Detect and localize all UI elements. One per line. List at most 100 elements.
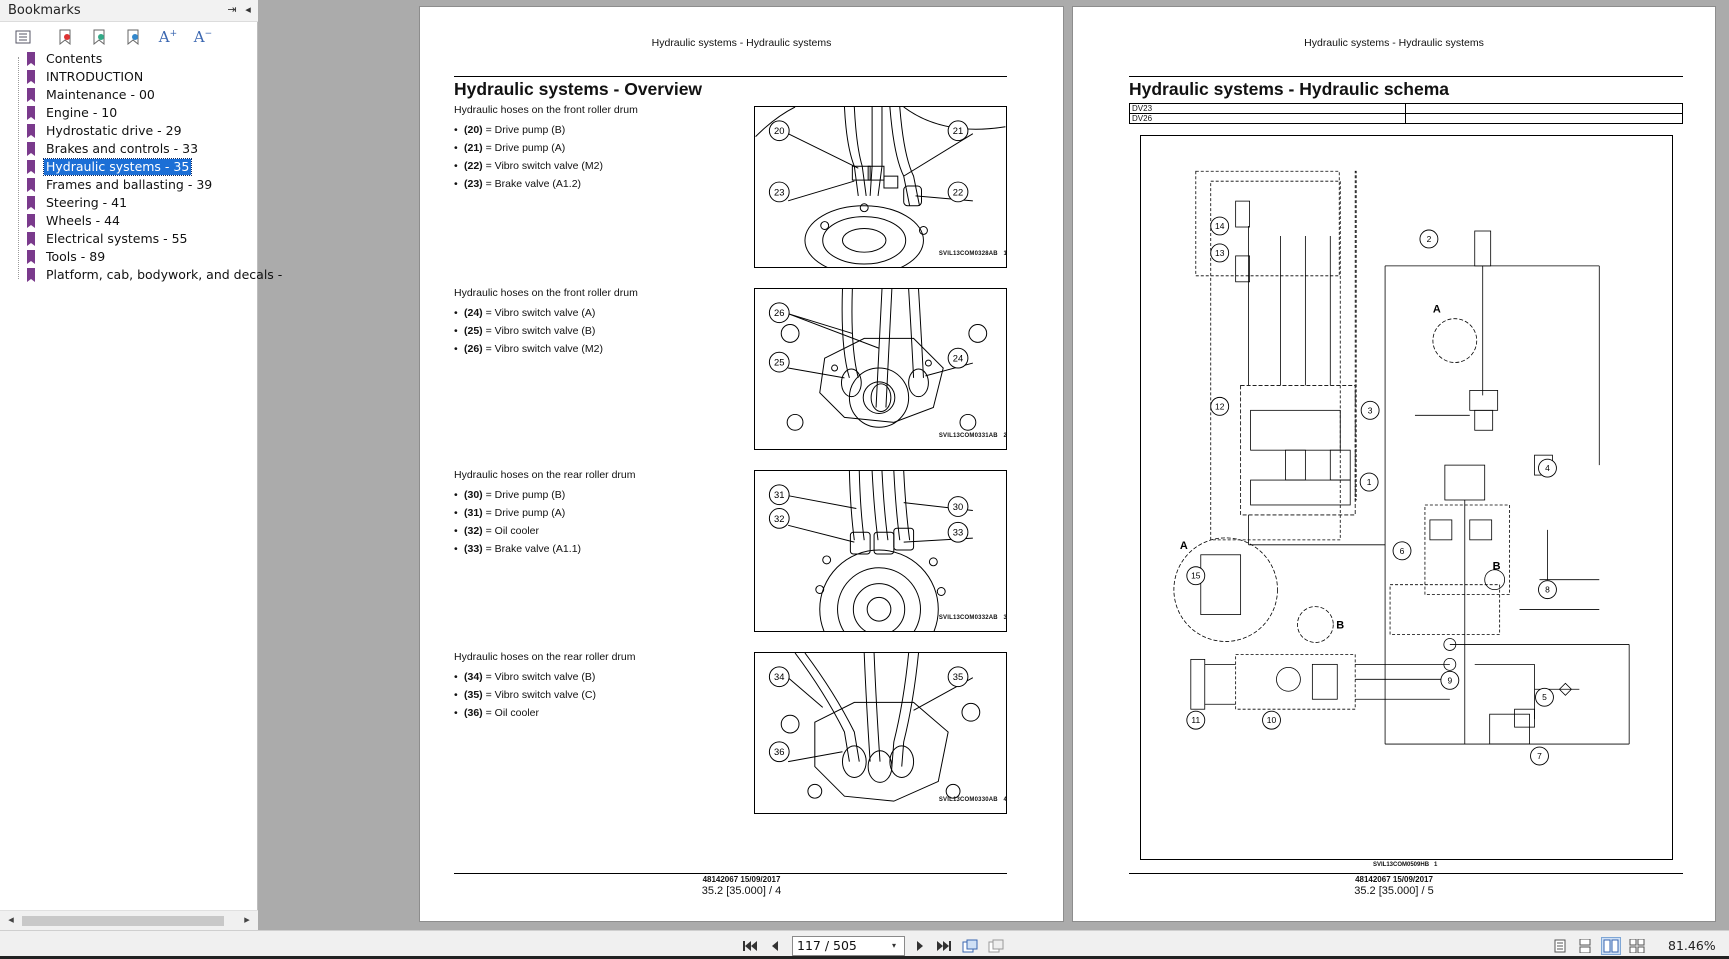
schema-callout: 4 [1538, 458, 1557, 478]
collapse-panel-icon[interactable]: ⇥ [224, 2, 240, 19]
expand-bookmark-icon[interactable] [54, 27, 76, 47]
footer-rule [454, 873, 1007, 874]
bookmark-label: Engine - 10 [46, 105, 118, 120]
page-number-input[interactable]: 117 / 505 ▾ [792, 936, 905, 956]
page-number: 35.2 [35.000] / 5 [1354, 885, 1434, 897]
decrease-text-size-icon[interactable]: A− [192, 27, 214, 47]
callout-bubble: 21 [947, 120, 969, 142]
schema-callout: 14 [1210, 216, 1230, 236]
horizontal-scrollbar[interactable]: ◂ ▸ [0, 910, 258, 930]
scroll-left-icon[interactable]: ◂ [4, 912, 18, 928]
callout-list: (24) = Vibro switch valve (A) (25) = Vib… [454, 304, 744, 358]
bookmark-label: Tools - 89 [46, 249, 106, 264]
bookmark-item[interactable]: Engine - 10 [26, 104, 119, 122]
bookmark-icon [27, 70, 35, 84]
callout-bubble: 31 [768, 484, 790, 506]
callout-bubble: 35 [947, 666, 969, 688]
bookmark-item[interactable]: Brakes and controls - 33 [26, 140, 200, 158]
callout-bubble: 22 [947, 181, 969, 203]
schema-callout: 13 [1210, 243, 1230, 263]
list-item: (31) = Drive pump (A) [454, 504, 744, 522]
continuous-facing-view-icon[interactable] [1627, 937, 1647, 955]
figure-caption: SVIL13COM0509HB 1 [1373, 862, 1438, 868]
bookmark-item[interactable]: Hydraulic systems - 35 [26, 158, 193, 176]
bookmark-item[interactable]: Tools - 89 [26, 248, 107, 266]
increase-text-size-icon[interactable]: A+ [157, 27, 179, 47]
add-bookmark-icon[interactable] [88, 27, 110, 47]
last-page-icon[interactable] [935, 937, 953, 955]
svg-text:A: A [1433, 304, 1441, 316]
figure-caption: SVIL13COM0328AB 1 [938, 251, 1007, 257]
delete-bookmark-icon[interactable] [122, 27, 144, 47]
svg-text:22: 22 [953, 187, 963, 197]
svg-text:35: 35 [953, 672, 963, 682]
svg-text:33: 33 [953, 528, 963, 538]
section-intro: Hydraulic hoses on the rear roller drum [454, 469, 636, 481]
bookmark-item[interactable]: Maintenance - 00 [26, 86, 157, 104]
bookmark-options-icon[interactable] [12, 27, 34, 47]
bookmark-icon [27, 106, 35, 120]
document-page-right: Hydraulic systems - Hydraulic systems Hy… [1072, 6, 1716, 922]
continuous-view-icon[interactable] [1575, 937, 1595, 955]
svg-text:14: 14 [1215, 221, 1225, 231]
svg-text:8: 8 [1545, 585, 1550, 595]
scrollbar-thumb[interactable] [22, 916, 224, 926]
page-title: Hydraulic systems - Hydraulic schema [1129, 79, 1450, 99]
section-4: Hydraulic hoses on the rear roller drum … [454, 650, 744, 722]
bookmark-label: Electrical systems - 55 [46, 231, 188, 246]
bookmark-item[interactable]: Steering - 41 [26, 194, 129, 212]
bookmark-item[interactable]: Frames and ballasting - 39 [26, 176, 214, 194]
bookmark-label: Contents [46, 51, 103, 66]
title-rule [1129, 76, 1683, 77]
section-3: Hydraulic hoses on the rear roller drum … [454, 468, 744, 558]
figure-caption: SVIL13COM0332AB 3 [938, 615, 1007, 621]
svg-text:10: 10 [1267, 715, 1277, 725]
model-table: DV23 DV26 [1129, 103, 1683, 124]
chevron-down-icon[interactable]: ▾ [892, 937, 902, 955]
facing-view-icon[interactable] [1601, 937, 1621, 955]
svg-text:5: 5 [1542, 692, 1547, 702]
callout-bubble: 33 [947, 521, 969, 543]
schema-callout: 3 [1360, 400, 1380, 420]
section-intro: Hydraulic hoses on the front roller drum [454, 287, 638, 299]
next-view-icon[interactable] [987, 937, 1005, 955]
bookmark-item[interactable]: Hydrostatic drive - 29 [26, 122, 184, 140]
page-number: 35.2 [35.000] / 4 [701, 885, 782, 897]
bookmark-item[interactable]: Electrical systems - 55 [26, 230, 190, 248]
bookmark-item[interactable]: Wheels - 44 [26, 212, 122, 230]
bookmark-label: INTRODUCTION [46, 69, 144, 84]
svg-text:1: 1 [1367, 477, 1372, 487]
section-intro: Hydraulic hoses on the front roller drum [454, 104, 638, 116]
callout-bubble: 23 [768, 181, 790, 203]
svg-text:12: 12 [1215, 401, 1225, 411]
first-page-icon[interactable] [741, 937, 759, 955]
single-page-view-icon[interactable] [1550, 937, 1570, 955]
next-page-icon[interactable] [911, 937, 929, 955]
previous-view-icon[interactable] [961, 937, 979, 955]
section-intro: Hydraulic hoses on the rear roller drum [454, 651, 636, 663]
previous-page-icon[interactable] [766, 937, 784, 955]
bookmark-label: Steering - 41 [46, 195, 128, 210]
bookmark-icon [27, 88, 35, 102]
table-cell: DV23 [1129, 103, 1406, 114]
bookmarks-toolbar: A+ A− [0, 24, 258, 50]
hide-panel-icon[interactable]: ◂ [240, 2, 256, 19]
callout-bubble: 30 [947, 496, 969, 517]
scroll-right-icon[interactable]: ▸ [240, 912, 254, 928]
bookmark-icon [27, 160, 35, 174]
svg-text:32: 32 [774, 514, 784, 524]
bookmark-item[interactable]: Platform, cab, bodywork, and decals - [26, 266, 284, 284]
figure-caption: SVIL13COM0331AB 2 [938, 433, 1007, 439]
zoom-level[interactable]: 81.46% [1668, 938, 1716, 953]
bookmark-label: Wheels - 44 [46, 213, 121, 228]
svg-text:23: 23 [774, 187, 784, 197]
svg-text:B: B [1336, 620, 1344, 632]
bookmark-item[interactable]: Contents [26, 50, 104, 68]
bookmark-item[interactable]: INTRODUCTION [26, 68, 145, 86]
svg-text:30: 30 [953, 502, 963, 512]
bookmark-label: Hydrostatic drive - 29 [46, 123, 182, 138]
svg-text:36: 36 [774, 747, 784, 757]
bookmark-label: Frames and ballasting - 39 [46, 177, 213, 192]
list-item: (35) = Vibro switch valve (C) [454, 686, 744, 704]
callout-bubble: 34 [768, 666, 790, 688]
